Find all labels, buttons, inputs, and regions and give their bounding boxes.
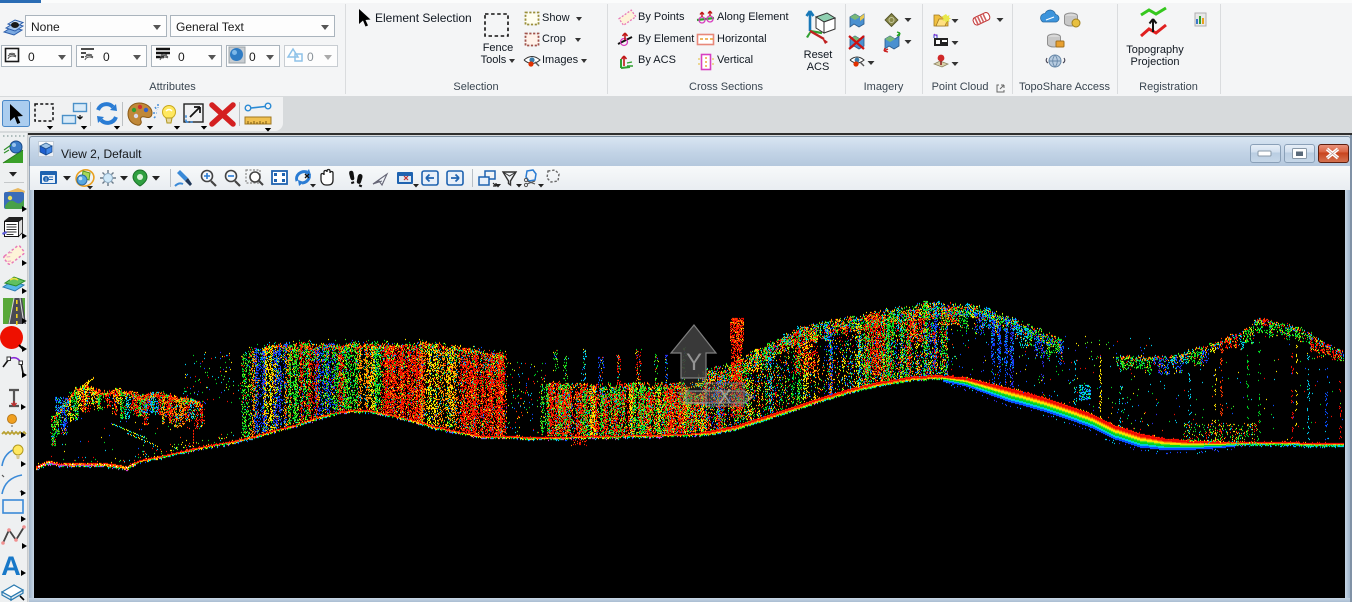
svg-text:i: i: [45, 178, 46, 184]
svg-text:A: A: [1, 551, 21, 581]
